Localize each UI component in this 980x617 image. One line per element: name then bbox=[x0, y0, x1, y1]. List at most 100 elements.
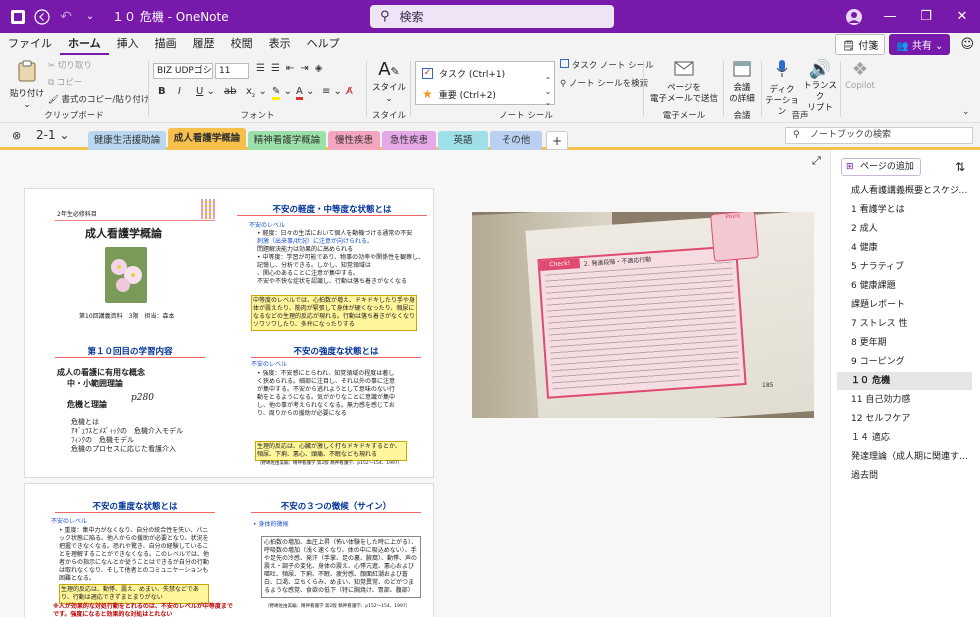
meeting-details-button[interactable]: 会議 の詳細 bbox=[724, 59, 760, 105]
checkbox-icon: ✓ bbox=[422, 68, 433, 79]
point-box: Point bbox=[709, 212, 760, 262]
tab-english[interactable]: 英語 bbox=[438, 131, 488, 150]
page-item[interactable]: 課題レポート bbox=[837, 296, 972, 314]
tags-scroll[interactable]: ⌃ ⌄ ⌄ bbox=[543, 75, 553, 119]
section-picker[interactable]: 2-1 ⌄ bbox=[36, 128, 69, 142]
page-item[interactable]: 過去問 bbox=[837, 467, 972, 485]
bold-button[interactable]: B bbox=[158, 86, 166, 97]
align-button[interactable]: ≡ ⌄ bbox=[322, 86, 342, 97]
menu-bar: ファイル ホーム 挿入 描画 履歴 校閲 表示 ヘルプ 🗒 付箋 👥 共有 ⌄ … bbox=[0, 33, 980, 55]
tab-other[interactable]: その他 bbox=[490, 131, 542, 150]
share-button[interactable]: 👥 共有 ⌄ bbox=[889, 34, 951, 55]
tab-chronic[interactable]: 慢性疾患 bbox=[328, 131, 380, 150]
tab-adult-nursing[interactable]: 成人看護学概論 bbox=[168, 128, 246, 150]
highlight-button[interactable]: ✎ ⌄ bbox=[272, 86, 292, 100]
slide5-b1: 重度：集中力がなくなり、自分の統合性を失い、パニック状態に陥る。他人からの援助が… bbox=[59, 527, 210, 582]
add-page-button[interactable]: ⊞ ページの追加 bbox=[841, 158, 921, 176]
email-page-button[interactable]: ページを 電子メールで送信 bbox=[649, 59, 719, 105]
copilot-button[interactable]: ❖ Copilot bbox=[842, 59, 878, 92]
subscript-button[interactable]: x₂ ⌄ bbox=[246, 86, 267, 99]
comments-icon[interactable]: ☺ bbox=[954, 37, 980, 52]
page-item[interactable]: 2 成人 bbox=[837, 220, 972, 238]
page-item[interactable]: １４ 適応 bbox=[837, 429, 972, 447]
slide3-l7: 危機のプロセスに応じた看護介入 bbox=[71, 445, 176, 453]
page-item[interactable]: 6 健康課題 bbox=[837, 277, 972, 295]
page-item[interactable]: 5 ナラティブ bbox=[837, 258, 972, 276]
slide3-title: 第１０回目の学習内容 bbox=[87, 347, 173, 357]
page-item[interactable]: 4 健康 bbox=[837, 239, 972, 257]
tab-acute[interactable]: 急性疾患 bbox=[382, 131, 436, 150]
email-group: ページを 電子メールで送信 電子メール bbox=[645, 55, 723, 123]
menu-help[interactable]: ヘルプ bbox=[299, 33, 348, 55]
add-section-button[interactable]: + bbox=[546, 131, 568, 150]
slide3-list: 危機とは ｱｷﾞｭﾗｽとﾒｽﾞｨｯｸの 危機介入モデル ﾌｨﾝｸの 危機モデル … bbox=[71, 418, 183, 454]
page-item[interactable]: 8 更年期 bbox=[837, 334, 972, 352]
notebook-nav-icon[interactable]: ⊗ bbox=[12, 129, 21, 142]
clear-format-button[interactable]: A̸ bbox=[346, 86, 353, 97]
close-icon[interactable]: ✕ bbox=[944, 9, 980, 24]
star-icon: ★ bbox=[422, 87, 433, 101]
notebook-search-input[interactable]: ⚲ ノートブックの検索 bbox=[785, 127, 973, 144]
page-item[interactable]: 成人看護講義概要とスケジュー… bbox=[837, 182, 972, 200]
font-family-select[interactable]: BIZ UDPゴシック bbox=[153, 63, 213, 79]
copy-button[interactable]: ⧉ コピー bbox=[48, 76, 82, 88]
back-icon[interactable] bbox=[30, 5, 54, 29]
menu-insert[interactable]: 挿入 bbox=[109, 33, 147, 55]
menu-draw[interactable]: 描画 bbox=[147, 33, 185, 55]
paste-button[interactable]: 貼り付け ⌄ bbox=[10, 59, 44, 111]
style-button[interactable]: A✎ スタイル ⌄ bbox=[370, 59, 408, 105]
page-item[interactable]: 発達理論（成人期に関連する… bbox=[837, 448, 972, 466]
sort-pages-icon[interactable]: ⇅ bbox=[955, 160, 965, 174]
page-item[interactable]: 1 看護学とは bbox=[837, 201, 972, 219]
find-tags-button[interactable]: ⚲ ノート シールを検索 bbox=[560, 77, 648, 89]
meeting-label-1: 会議 bbox=[733, 83, 751, 93]
font-size-select[interactable]: 11 bbox=[215, 63, 249, 79]
task-tag-button[interactable]: タスク ノート シール bbox=[560, 59, 654, 71]
cut-button[interactable]: ✂ 切り取り bbox=[48, 59, 92, 71]
tag-todo[interactable]: ✓ タスク (Ctrl+1) bbox=[422, 67, 505, 80]
strikethrough-button[interactable]: ab bbox=[224, 86, 236, 97]
slide4-source: （野嶋佐由美編：精神看護学 第2版 精神看護学、p152～154、1997） bbox=[257, 461, 403, 466]
more-icon[interactable]: ⌄ bbox=[78, 5, 102, 29]
sticky-notes-button[interactable]: 🗒 付箋 bbox=[835, 34, 886, 55]
menu-history[interactable]: 履歴 bbox=[185, 33, 223, 55]
add-page-icon: ⊞ bbox=[846, 162, 854, 172]
slide4-level: 不安のレベル bbox=[251, 361, 288, 368]
menu-view[interactable]: 表示 bbox=[261, 33, 299, 55]
page-item[interactable]: 7 ストレス 性 bbox=[837, 315, 972, 333]
expand-icon[interactable]: ⤢ bbox=[812, 154, 821, 168]
copy-label: コピー bbox=[56, 78, 83, 88]
list-buttons[interactable]: ☰☰⇤⇥◈ bbox=[256, 63, 328, 74]
page-item[interactable]: 9 コーピング bbox=[837, 353, 972, 371]
page-item[interactable]: 11 自己効力感 bbox=[837, 391, 972, 409]
account-avatar[interactable] bbox=[836, 8, 872, 26]
underline-button[interactable]: U ⌄ bbox=[196, 86, 215, 97]
menu-file[interactable]: ファイル bbox=[0, 33, 60, 55]
textbook-photo: Check! 2. 発達段階・不適応行動 Point 185 bbox=[472, 212, 814, 418]
page-canvas[interactable]: ⤢ 2年生必修科目 成人看護学概論 第10回講義資料 3限 担当：森本 不安の軽… bbox=[0, 150, 830, 617]
page-item[interactable]: 12 セルフケア bbox=[837, 410, 972, 428]
menu-review[interactable]: 校閲 bbox=[223, 33, 261, 55]
page-item-selected[interactable]: １０ 危機 bbox=[837, 372, 972, 390]
menu-home[interactable]: ホーム bbox=[60, 33, 109, 55]
tab-health-life[interactable]: 健康生活援助論 bbox=[88, 131, 166, 150]
search-box[interactable]: ⚲ 検索 bbox=[370, 5, 614, 28]
tab-psychiatric-nursing[interactable]: 精神看護学概論 bbox=[248, 131, 326, 150]
style-group-label: スタイル bbox=[371, 111, 406, 121]
font-color-button[interactable]: A ⌄ bbox=[296, 86, 314, 100]
italic-button[interactable]: I bbox=[178, 86, 181, 97]
minimize-icon[interactable]: — bbox=[872, 9, 908, 24]
slide2-b1c: 問題解決能力は効果的に高められる bbox=[257, 246, 354, 253]
undo-icon[interactable]: ↶ bbox=[54, 5, 78, 29]
transcribe-button[interactable]: 🔊 トランスク リプト bbox=[800, 59, 840, 114]
highlighter-icon: ✎ bbox=[272, 86, 281, 100]
format-painter-button[interactable]: 🖌 書式のコピー/貼り付け bbox=[48, 93, 149, 105]
collapse-ribbon-icon[interactable]: ⌄ bbox=[962, 107, 970, 117]
photo-page-number: 185 bbox=[762, 382, 774, 389]
slide5-body: • 重度：集中力がなくなり、自分の統合性を失い、パニック状態に陥る。他人からの援… bbox=[59, 527, 210, 582]
tags-gallery[interactable]: ✓ タスク (Ctrl+1) ★ 重要 (Ctrl+2) bbox=[415, 61, 555, 105]
slide3-line3: 危機と理論 bbox=[67, 400, 107, 409]
tag-important[interactable]: ★ 重要 (Ctrl+2) bbox=[422, 87, 496, 101]
restore-icon[interactable]: ❐ bbox=[908, 9, 944, 24]
slide5-title: 不安の重度な状態とは bbox=[92, 502, 178, 512]
